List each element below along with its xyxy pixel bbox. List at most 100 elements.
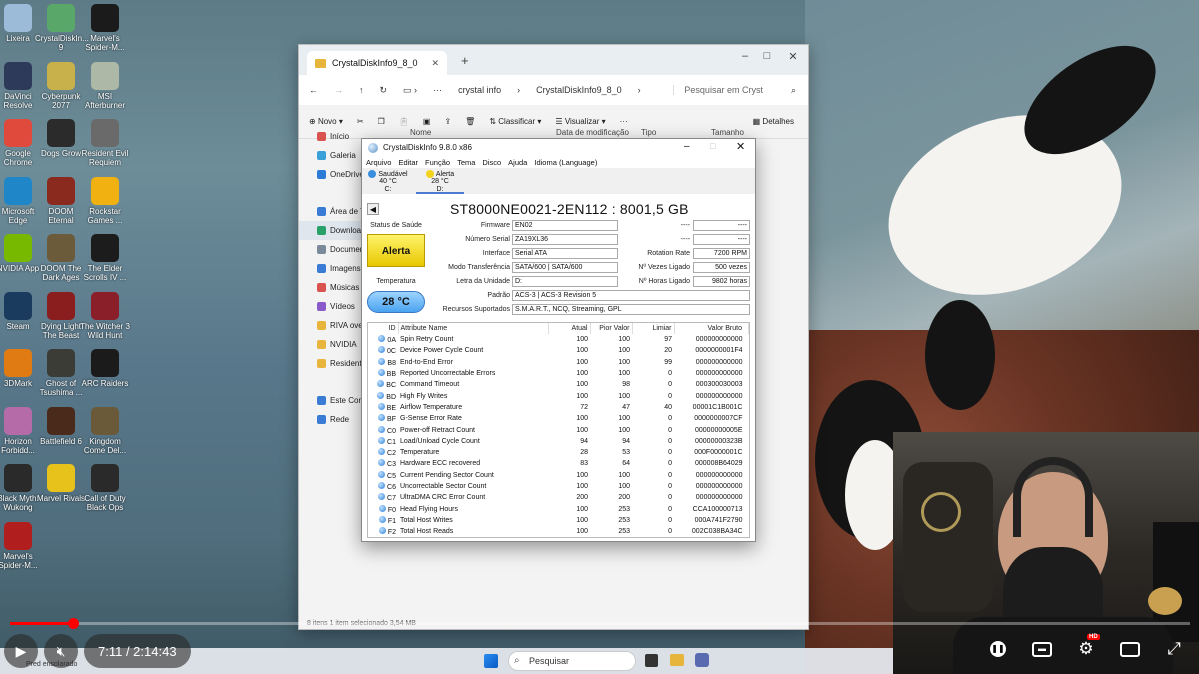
sidebar-item[interactable]: Músicas [299,278,363,297]
close-icon[interactable]: ✕ [783,50,803,63]
sidebar-item[interactable]: Galeria [299,146,363,165]
autoplay-toggle[interactable]: ❚❚ [987,638,1009,660]
back-arrow-icon[interactable]: ← [309,85,318,95]
desktop-icon[interactable]: The Elder Scrolls IV ... [79,234,131,282]
forward-arrow-icon[interactable]: → [334,85,343,95]
smart-col-raw[interactable]: Valor Bruto [674,323,749,334]
smart-col-current[interactable]: Atual [548,323,591,334]
settings-button[interactable]: ⚙ HD [1075,634,1100,660]
paste-icon[interactable]: 📋︎ [399,117,409,126]
smart-row[interactable]: 0C Device Power Cycle Count 100 100 20 000000… [368,345,749,356]
video-progress-knob[interactable] [67,618,79,629]
smart-row[interactable]: C5 Current Pending Sector Count 100 100 0 000… [368,470,749,481]
desktop-icon[interactable]: Call of Duty Black Ops [79,464,131,512]
sidebar-item[interactable]: Vídeos [299,297,363,316]
share-icon[interactable]: ⇪ [444,117,451,126]
cdi-close-icon[interactable]: ✕ [736,140,745,153]
more-button[interactable]: ··· [620,117,628,126]
view-button[interactable]: ☰ Visualizar ▾ [555,117,605,126]
sidebar-item[interactable]: Início [299,127,363,146]
smart-row[interactable]: BC Command Timeout 100 98 0 000300030003 [368,379,749,390]
cdi-menu-item[interactable]: Ajuda [508,158,527,167]
desktop-icon[interactable]: The Witcher 3 Wild Hunt [79,291,131,340]
sidebar-item[interactable]: Resident E [299,354,363,373]
column-type[interactable]: Tipo [641,128,656,137]
sort-button[interactable]: ⇅ Classificar ▾ [489,117,541,126]
cut-icon[interactable]: ✂ [357,117,364,126]
file-explorer-taskbar-icon[interactable] [670,654,684,666]
rename-icon[interactable]: ▣ [423,117,431,126]
cdi-menu-item[interactable]: Função [425,158,450,167]
prev-disk-button[interactable]: ◀ [367,203,379,215]
cdi-menu-item[interactable]: Disco [482,158,501,167]
up-arrow-icon[interactable]: ↑ [359,85,364,95]
sidebar-item[interactable]: OneDrive [299,165,363,184]
breadcrumb-item-1[interactable]: crystal info [458,85,501,95]
desktop-icon[interactable]: Marvel's Spider-M... [0,521,44,570]
sidebar-item[interactable]: Área de Tr [299,202,363,221]
health-status-badge[interactable]: Alerta [367,234,425,267]
desktop-icon[interactable]: Marvel's Spider-M... [79,4,131,52]
drive-tab[interactable]: Alerta 28 °C D: [416,168,464,194]
sidebar-item[interactable]: Este Comp [299,391,363,410]
smart-row[interactable]: F1 Total Host Writes 100 253 0 000A741F2790 [368,515,749,526]
explorer-tab[interactable]: CrystalDiskInfo9_8_0 ✕ [307,51,447,75]
desktop-icon[interactable]: Kingdom Come Del... [79,406,131,455]
smart-row[interactable]: F2 Total Host Reads 100 253 0 002C038BA34C [368,526,749,537]
smart-row[interactable]: C6 Uncorrectable Sector Count 100 100 0 00000… [368,481,749,492]
search-input[interactable]: Pesquisar em Cryst [673,85,763,95]
smart-col-worst[interactable]: Pior Valor [590,323,633,334]
column-name[interactable]: Nome [410,128,431,137]
breadcrumb-item-2[interactable]: CrystalDiskInfo9_8_0 [536,85,622,95]
play-button[interactable]: ▶ [4,634,38,668]
mute-button[interactable]: 🔇︎ [44,634,78,668]
desktop-icon[interactable]: ARC Raiders [79,349,131,388]
details-button[interactable]: ▦ Detalhes [753,117,794,126]
sidebar-item[interactable]: Rede [299,410,363,429]
smart-row[interactable]: BB Reported Uncorrectable Errors 100 100 0 00… [368,368,749,379]
breadcrumb-more[interactable]: ··· [433,85,442,95]
cdi-menu-item[interactable]: Editar [398,158,418,167]
theater-mode-button[interactable] [1119,638,1141,660]
smart-row[interactable]: F0 Head Flying Hours 100 253 0 CCA100000713 [368,503,749,514]
new-button[interactable]: ⊕ Novo ▾ [309,117,343,126]
sidebar-item[interactable]: NVIDIA [299,335,363,354]
sidebar-item[interactable]: Downloads [299,221,363,240]
smart-row[interactable]: B8 End-to-End Error 100 100 99 000000000000 [368,357,749,368]
cdi-menu-item[interactable]: Idioma (Language) [534,158,597,167]
copy-icon[interactable]: ❐ [378,117,385,126]
smart-col-name[interactable]: Attribute Name [398,323,549,334]
smart-row[interactable]: C7 UltraDMA CRC Error Count 200 200 0 0000000… [368,492,749,503]
fullscreen-button[interactable]: ⤢ [1163,638,1185,660]
subtitles-button[interactable]: ▬ [1031,638,1053,660]
desktop-icon[interactable]: MSI Afterburner [79,61,131,110]
sidebar-item[interactable]: Documen [299,240,363,259]
taskbar-search-input[interactable]: Pesquisar [508,651,636,671]
new-tab-button[interactable]: + [461,53,469,68]
column-size[interactable]: Tamanho [711,128,744,137]
smart-row[interactable]: C0 Power-off Retract Count 100 100 0 00000000… [368,424,749,435]
cdi-menu-item[interactable]: Arquivo [366,158,391,167]
smart-col-threshold[interactable]: Limiar [632,323,675,334]
cdi-maximize-icon[interactable]: □ [710,141,715,151]
minimize-icon[interactable]: – [735,50,755,62]
monitor-icon[interactable]: ▭ › [403,85,417,96]
sidebar-item[interactable]: RIVA over [299,316,363,335]
smart-row[interactable]: BE Airflow Temperature 72 47 40 00001C1B001C [368,402,749,413]
smart-row[interactable]: C2 Temperature 28 53 0 000F0000001C [368,447,749,458]
smart-row[interactable]: BF G-Sense Error Rate 100 100 0 0000000007CF [368,413,749,424]
maximize-icon[interactable]: □ [757,50,777,62]
video-progress-bar[interactable] [10,618,1190,629]
desktop-icon[interactable]: Rockstar Games ... [79,176,131,225]
drive-tab[interactable]: Saudável 40 °C C: [364,168,412,194]
delete-icon[interactable]: 🗑︎ [465,117,475,126]
smart-row[interactable]: C1 Load/Unload Cycle Count 94 94 0 0000000032… [368,436,749,447]
windows-start-icon[interactable] [484,654,498,668]
smart-row[interactable]: BD High Fly Writes 100 100 0 000000000000 [368,390,749,401]
cdi-minimize-icon[interactable]: – [684,141,690,152]
task-view-icon[interactable] [645,654,658,667]
desktop-icon[interactable]: Resident Evil Requiem [79,119,131,167]
refresh-icon[interactable]: ↻ [380,85,388,96]
smart-row[interactable]: 0A Spin Retry Count 100 100 97 000000000000 [368,334,749,345]
smart-row[interactable]: C3 Hardware ECC recovered 83 64 0 000008B6402… [368,458,749,469]
